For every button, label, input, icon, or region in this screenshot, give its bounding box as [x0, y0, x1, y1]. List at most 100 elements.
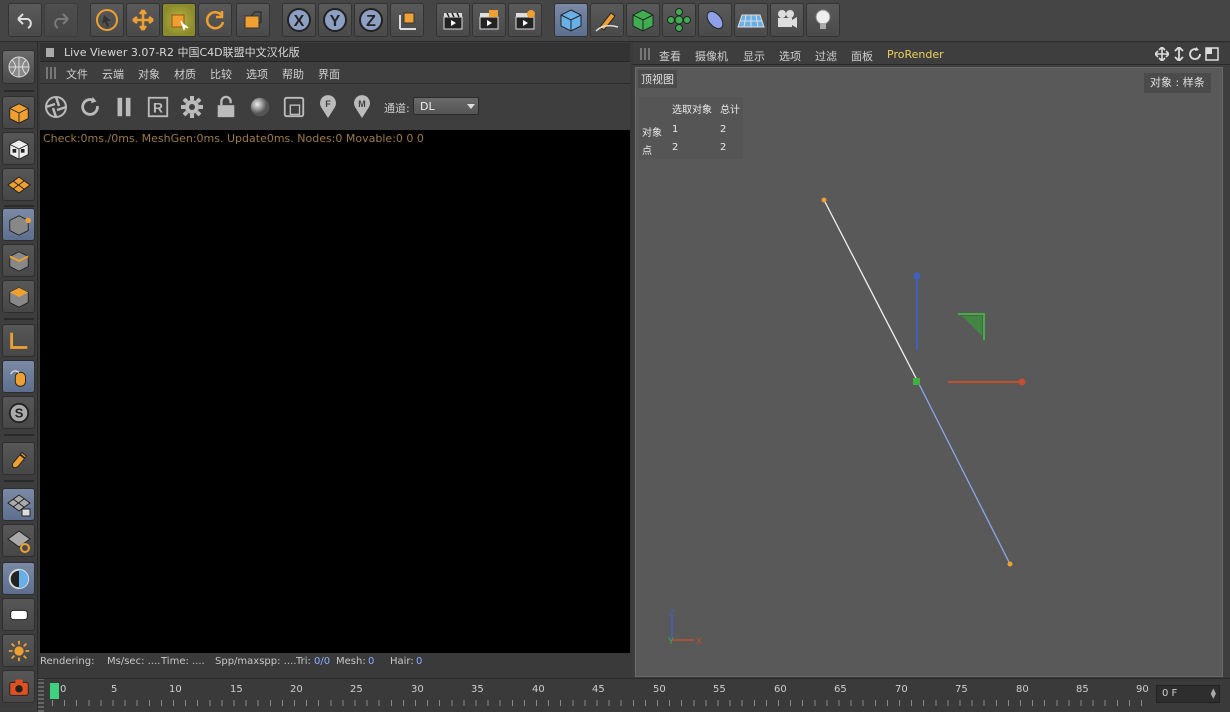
menu-view[interactable]: 查看: [659, 48, 681, 64]
render-view-button[interactable]: [436, 3, 470, 37]
material-preview-button[interactable]: [246, 93, 274, 121]
z-axis-lock-button[interactable]: Z: [354, 3, 388, 37]
model-mode-button[interactable]: [2, 96, 35, 129]
points-cube-icon: [8, 214, 31, 236]
current-frame-value: 0 F: [1162, 688, 1178, 699]
polygons-mode-button[interactable]: [2, 280, 35, 313]
spline-segment-blue[interactable]: [917, 381, 1011, 565]
solo-mode-button[interactable]: [2, 562, 35, 595]
environment-button[interactable]: [2, 634, 35, 667]
rotate-button[interactable]: [198, 3, 232, 37]
move-button[interactable]: [126, 3, 160, 37]
render-canvas[interactable]: Check:0ms./0ms. MeshGen:0ms. Update0ms. …: [40, 130, 630, 656]
planar-workplane-button[interactable]: [2, 524, 35, 557]
axis-mode-button[interactable]: [2, 324, 35, 357]
gizmo-x-handle[interactable]: [1018, 378, 1026, 386]
gizmo-center-handle[interactable]: [913, 378, 920, 385]
coordinate-system-button[interactable]: [390, 3, 424, 37]
render-picture-viewer-button[interactable]: [472, 3, 506, 37]
scale-icon: [171, 14, 189, 31]
y-axis-lock-button[interactable]: Y: [318, 3, 352, 37]
cube-object-button[interactable]: [554, 3, 588, 37]
menu-prorender[interactable]: ProRender: [887, 48, 944, 61]
camera-button[interactable]: [770, 3, 804, 37]
stepper-arrows-icon[interactable]: ▲ ▼: [1211, 688, 1216, 700]
status-spp: Spp/maxspp: ....: [215, 656, 297, 667]
orbit-icon[interactable]: [1188, 47, 1202, 61]
focus-pick-button[interactable]: F: [314, 93, 342, 121]
svg-text:R: R: [153, 100, 163, 116]
menu-camera[interactable]: 摄像机: [695, 48, 728, 64]
floor-grid-icon: [737, 14, 765, 28]
enable-snap-button[interactable]: [2, 442, 35, 475]
current-frame-field[interactable]: 0 F ▲ ▼: [1156, 685, 1220, 703]
pause-render-button[interactable]: [110, 93, 138, 121]
locked-workplane-button[interactable]: [2, 488, 35, 521]
texture-mode-button[interactable]: [2, 132, 35, 165]
menu-grip-icon[interactable]: [640, 48, 652, 60]
pen-spline-button[interactable]: [590, 3, 624, 37]
render-settings-button[interactable]: [508, 3, 542, 37]
menu-options[interactable]: 选项: [779, 48, 801, 64]
tweak-mode-button[interactable]: [2, 360, 35, 393]
scale-button[interactable]: [162, 3, 196, 37]
menu-compare[interactable]: 比较: [210, 66, 232, 82]
menu-file[interactable]: 文件: [66, 66, 88, 82]
menu-help[interactable]: 帮助: [282, 66, 304, 82]
recent-tools-button[interactable]: [236, 3, 270, 37]
render-camera-button[interactable]: [2, 670, 35, 703]
viewport-canvas[interactable]: 顶视图 对象 : 样条 选取对象 总计 对象 1 2 点 2 2 Z Y X: [635, 67, 1223, 677]
edges-mode-button[interactable]: [2, 244, 35, 277]
gizmo-z-handle[interactable]: [913, 272, 921, 280]
spline-segment-white[interactable]: [823, 199, 919, 383]
checker-cube-icon: [8, 138, 29, 160]
resolution-button[interactable]: [280, 93, 308, 121]
menu-grip-icon[interactable]: [46, 67, 58, 79]
material-pick-button[interactable]: M: [348, 93, 376, 121]
menu-options[interactable]: 选项: [246, 66, 268, 82]
menu-filter[interactable]: 过滤: [815, 48, 837, 64]
deformer-button[interactable]: [698, 3, 732, 37]
snap-mode-button[interactable]: S: [2, 396, 35, 429]
timeline[interactable]: 0 5 10 15 20 25 30 35 40 45 50 55 60 65 …: [38, 678, 1230, 712]
window-grip-icon[interactable]: [46, 48, 54, 57]
region-render-button[interactable]: R: [144, 93, 172, 121]
menu-cloud[interactable]: 云端: [102, 66, 124, 82]
restart-render-button[interactable]: [76, 93, 104, 121]
light-button[interactable]: [806, 3, 840, 37]
tick-label: 80: [1016, 684, 1029, 695]
menu-material[interactable]: 材质: [174, 66, 196, 82]
start-render-button[interactable]: [42, 93, 70, 121]
maximize-icon[interactable]: [1205, 47, 1219, 61]
live-selection-button[interactable]: [90, 3, 124, 37]
zoom-icon[interactable]: [1173, 47, 1185, 61]
x-axis-lock-button[interactable]: X: [282, 3, 316, 37]
floor-button[interactable]: [734, 3, 768, 37]
tick-label: 45: [592, 684, 605, 695]
sun-icon: [8, 640, 29, 661]
subdivision-surface-button[interactable]: [626, 3, 660, 37]
z-axis-icon: Z: [359, 8, 383, 32]
make-editable-button[interactable]: [2, 50, 35, 84]
workplane-mode-button[interactable]: [2, 168, 35, 201]
menu-display[interactable]: 显示: [743, 48, 765, 64]
redo-button[interactable]: [44, 3, 78, 37]
mouse-icon: [9, 369, 26, 387]
cloner-button[interactable]: [662, 3, 696, 37]
menu-panel[interactable]: 面板: [851, 48, 873, 64]
display-mode-button[interactable]: [2, 598, 35, 631]
points-mode-button[interactable]: [2, 208, 35, 241]
menu-interface[interactable]: 界面: [318, 66, 340, 82]
channel-select[interactable]: DL: [413, 97, 479, 115]
lock-button[interactable]: [212, 93, 240, 121]
spline-point-end[interactable]: [1007, 561, 1013, 567]
menu-object[interactable]: 对象: [138, 66, 160, 82]
undo-button[interactable]: [8, 3, 42, 37]
settings-button[interactable]: [178, 93, 206, 121]
spline-point-start[interactable]: [821, 197, 827, 203]
render-check-stats: Check:0ms./0ms. MeshGen:0ms. Update0ms. …: [43, 132, 424, 145]
live-viewer-title-bar[interactable]: Live Viewer 3.07-R2 中国C4D联盟中文汉化版: [40, 43, 630, 62]
pan-icon[interactable]: [1155, 47, 1169, 61]
world-axis-icon: [399, 12, 416, 30]
svg-text:Z: Z: [366, 13, 376, 30]
